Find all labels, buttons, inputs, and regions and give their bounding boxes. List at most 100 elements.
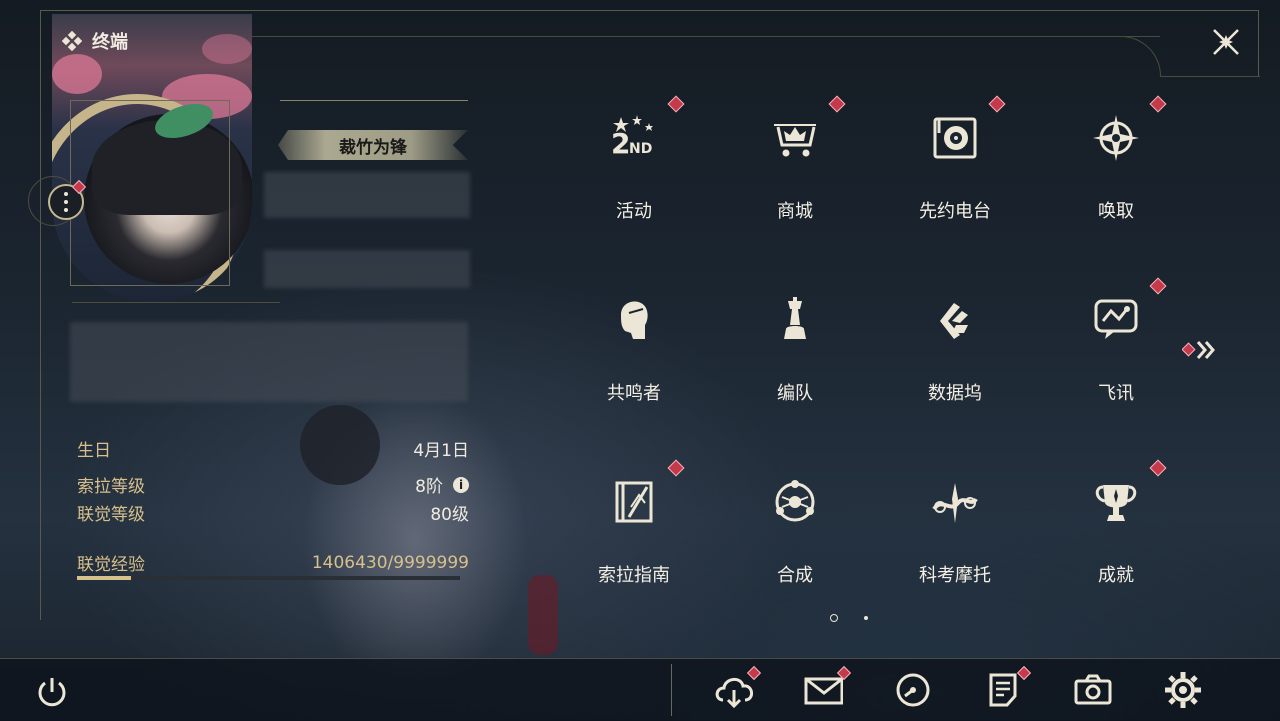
terminal-header: 终端 (62, 28, 128, 54)
menu-tile-team-chess[interactable]: 编队 (715, 277, 875, 437)
badge-divider (280, 100, 468, 101)
menu-tile-label: 数据坞 (928, 383, 982, 404)
menu-tile-achievement-trophy[interactable]: 成就 (1036, 459, 1196, 619)
menu-tile-label: 唤取 (1098, 201, 1134, 222)
settings-gear-icon (1165, 672, 1201, 708)
exp-progress-fill (77, 576, 131, 580)
menu-tile-shop-crown-cart[interactable]: 商城 (715, 95, 875, 255)
menu-tile-data-bank[interactable]: 数据坞 (875, 277, 1035, 437)
notification-badge (667, 95, 685, 113)
settings-button[interactable] (1163, 670, 1203, 710)
page-indicator (830, 614, 868, 622)
resonator-portrait-icon (621, 301, 648, 339)
page-title: 终端 (92, 32, 128, 53)
synthesis-circle-icon (775, 480, 815, 522)
menu-tile-label: 合成 (777, 565, 813, 586)
menu-tile-message-chat[interactable]: 飞讯 (1036, 277, 1196, 437)
avatar-divider (72, 302, 280, 303)
blossom-decoration (52, 54, 102, 94)
union-level-value: 80级 (430, 505, 469, 525)
info-value: 8阶 i (415, 472, 469, 497)
shop-crown-cart-icon (774, 124, 816, 157)
page-dot-active[interactable] (830, 614, 838, 622)
notification-badge (667, 459, 685, 477)
title-badge-label: 裁竹为锋 (339, 137, 407, 158)
activity-2nd-anniversary-icon: 2ND (611, 115, 653, 160)
avatar-border (70, 100, 230, 286)
notification-badge (1149, 459, 1167, 477)
summon-compass-star-icon (1093, 115, 1139, 161)
power-icon (38, 678, 66, 707)
double-chevron-right-icon (1181, 341, 1215, 359)
menu-tile-label: 编队 (777, 383, 813, 404)
frame-curve (1100, 36, 1161, 77)
menu-tile-label: 飞讯 (1098, 383, 1134, 404)
blurred-signature (70, 322, 468, 402)
notification-badge (1149, 277, 1167, 295)
close-button[interactable] (1206, 22, 1246, 62)
mail-envelope-icon (804, 677, 844, 705)
union-exp-value: 1406430/9999999 (311, 552, 469, 573)
notice-document-icon (989, 673, 1017, 707)
title-badge[interactable]: 裁竹为锋 (278, 130, 468, 160)
frame-topright-line (1160, 76, 1260, 77)
cloud-download-icon (715, 678, 753, 709)
info-row-union-level: 联觉等级 80级 (77, 500, 469, 525)
blurred-uid (264, 250, 470, 288)
blossom-decoration (202, 34, 252, 64)
radio-turntable-icon (933, 117, 977, 159)
menu-tile-label: 成就 (1098, 565, 1134, 586)
svg-text:2: 2 (611, 127, 630, 160)
clock-icon (896, 673, 930, 707)
menu-tile-label: 索拉指南 (598, 565, 670, 586)
frame-left-line (40, 10, 41, 620)
menu-tile-synthesis-circle[interactable]: 合成 (715, 459, 875, 619)
message-chat-icon (1094, 299, 1138, 339)
info-row-sola-level: 索拉等级 8阶 i (77, 472, 469, 497)
camera-button[interactable] (1073, 670, 1113, 710)
menu-tile-activity-2nd-anniversary[interactable]: 2 ND 活动 (554, 95, 714, 255)
info-value: 4月1日 (413, 436, 469, 461)
info-value: 1406430/9999999 (312, 553, 469, 573)
menu-tile-motorbike[interactable]: 科考摩托 (875, 459, 1035, 619)
camera-icon (1074, 674, 1112, 705)
more-icon (64, 190, 68, 214)
menu-tile-summon-compass-star[interactable]: 唤取 (1036, 95, 1196, 255)
close-icon (1213, 29, 1239, 55)
notification-badge (828, 95, 846, 113)
menu-tile-label: 科考摩托 (919, 565, 991, 586)
page-dot[interactable] (864, 616, 868, 620)
menu-tile-label: 活动 (616, 201, 652, 222)
achievement-trophy-icon (1095, 485, 1137, 521)
frame-top-line (40, 10, 1258, 11)
clock-button[interactable] (893, 670, 933, 710)
notification-badge (988, 95, 1006, 113)
exp-progress-bar (77, 576, 460, 580)
info-icon[interactable]: i (453, 476, 469, 493)
sola-level-value: 8阶 (415, 477, 443, 497)
menu-tile-guide-book[interactable]: 索拉指南 (554, 459, 714, 619)
team-chess-icon (784, 297, 806, 339)
info-value: 80级 (430, 500, 469, 525)
info-label: 生日 (77, 441, 111, 461)
menu-tile-resonator-portrait[interactable]: 共鸣者 (554, 277, 714, 437)
info-label: 联觉经验 (77, 555, 145, 575)
power-button[interactable] (34, 674, 70, 710)
info-label: 索拉等级 (77, 477, 145, 497)
info-row-birthday: 生日 4月1日 (77, 436, 469, 461)
mail-button[interactable] (803, 665, 852, 710)
frame-right-line (1258, 10, 1259, 76)
svg-text:ND: ND (629, 141, 652, 157)
notification-badge (1149, 95, 1167, 113)
guide-book-icon (615, 481, 653, 523)
menu-tile-radio-turntable[interactable]: 先约电台 (875, 95, 1035, 255)
notes-button[interactable] (983, 665, 1032, 710)
menu-tile-label: 商城 (777, 201, 813, 222)
data-bank-icon (940, 303, 968, 339)
blurred-name (264, 172, 470, 218)
bottom-bar-separator (671, 664, 672, 716)
next-page-button[interactable] (1181, 338, 1222, 362)
info-label: 联觉等级 (77, 505, 145, 525)
diamond-cluster-icon (62, 31, 82, 51)
download-button[interactable] (713, 665, 762, 710)
